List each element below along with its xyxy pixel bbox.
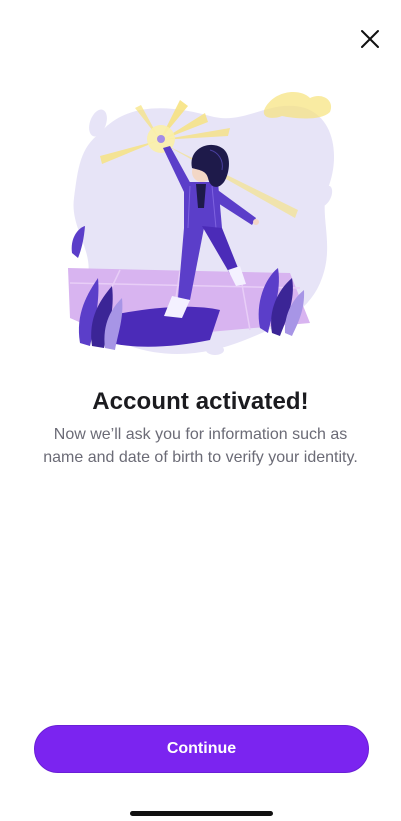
close-icon <box>361 30 379 48</box>
yellow-cloud <box>263 92 332 119</box>
close-button[interactable] <box>357 26 383 52</box>
continue-button[interactable]: Continue <box>34 725 369 773</box>
home-indicator[interactable] <box>130 811 273 816</box>
celebration-illustration-art <box>68 92 335 355</box>
celebration-illustration <box>60 78 345 363</box>
page-title: Account activated! <box>92 388 309 415</box>
account-activated-screen: Account activated! Now we’ll ask you for… <box>0 0 401 821</box>
page-subtitle: Now we’ll ask you for information such a… <box>43 426 358 466</box>
